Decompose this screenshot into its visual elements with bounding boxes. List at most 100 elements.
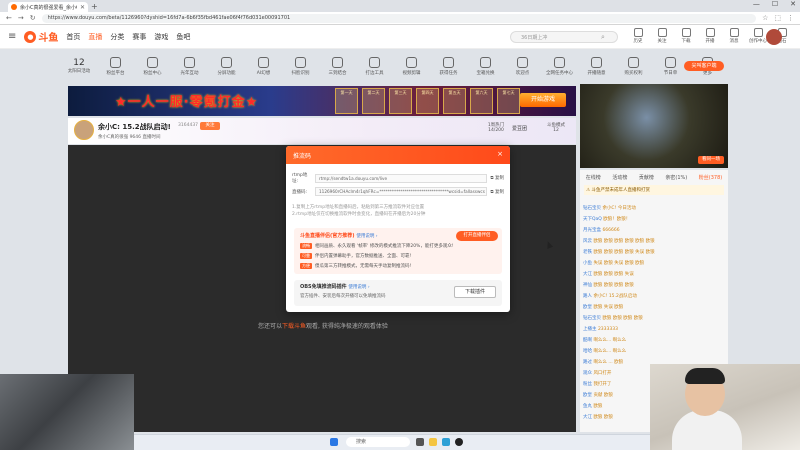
nav-home[interactable]: 首页	[66, 32, 80, 42]
close-window-icon[interactable]: ✕	[790, 0, 796, 8]
chat-username[interactable]: 风云	[583, 239, 592, 244]
browser-tab[interactable]: 余小C真的很强爱看_余小C真的很... ✕	[8, 2, 88, 12]
reload-icon[interactable]: ↻	[30, 14, 36, 22]
chat-username[interactable]: 粉丝	[583, 382, 592, 387]
open-companion-button[interactable]: 打开直播伴侣	[456, 231, 498, 241]
tab-activity[interactable]: 活动榜	[612, 174, 627, 181]
chat-username[interactable]: 欧皇	[583, 305, 592, 310]
douyu-logo[interactable]: ● 斗鱼	[24, 29, 58, 44]
chat-username[interactable]: 天下QaQ	[583, 217, 602, 222]
download-plugin-button[interactable]: 下载插件	[454, 286, 496, 298]
nav-fishbar[interactable]: 鱼吧	[176, 32, 190, 42]
nav-events[interactable]: 赛事	[132, 32, 146, 42]
more-menu-icon[interactable]: ⋮	[787, 14, 794, 22]
tab-intimacy[interactable]: 亲密(1%)	[665, 174, 687, 181]
tool-item[interactable]: 获得任务	[435, 56, 462, 76]
chat-username[interactable]: 大江	[583, 415, 592, 420]
hamburger-menu-icon[interactable]: ≡	[8, 31, 16, 42]
chat-username[interactable]: 鱼丸	[583, 404, 592, 409]
tool-item[interactable]: 粉丝平台	[102, 56, 129, 76]
extensions-icon[interactable]: ⬚	[774, 14, 781, 22]
tool-tutorial-link[interactable]: 使用说明 ›	[356, 234, 377, 239]
start-game-button[interactable]: 开始游戏	[520, 93, 566, 107]
tool-item[interactable]: 视频剪辑	[398, 56, 425, 76]
chat-username[interactable]: 哈哈	[583, 349, 592, 354]
tab-online[interactable]: 在线榜	[586, 174, 601, 181]
stream-key-field[interactable]: 1126960rCHAcIm4r1qhFRc=*****************…	[315, 187, 488, 196]
tool-item[interactable]: 分屏功能	[213, 56, 240, 76]
level-badge[interactable]: 12 太阳日活动	[66, 58, 92, 74]
start-live-button[interactable]: 开播	[702, 28, 718, 44]
douyu-mode-button[interactable]: 斗鱼模式 12	[544, 122, 568, 133]
close-tab-icon[interactable]: ✕	[80, 4, 85, 11]
tool-item[interactable]: 光年互动	[176, 56, 203, 76]
tool-item[interactable]: 粉丝中心	[139, 56, 166, 76]
tab-fans[interactable]: 粉丝(378)	[699, 174, 722, 181]
tool-item[interactable]: 宝箱兑换	[472, 56, 499, 76]
weekly-rank[interactable]: 1周热门 14/200	[485, 122, 507, 133]
obs-tutorial-link[interactable]: 使用说明 ›	[348, 285, 369, 290]
app-icon[interactable]	[455, 438, 463, 446]
tool-item[interactable]: 打边工具	[361, 56, 388, 76]
tool-item[interactable]: 扫脸识别	[287, 56, 314, 76]
creator-center-button[interactable]: 创作中心	[749, 28, 767, 44]
new-tab-button[interactable]: +	[91, 2, 98, 11]
chat-text: 啊么么... 啊么么	[593, 349, 627, 354]
heart-icon	[657, 28, 667, 37]
nav-live[interactable]: 直播	[88, 32, 102, 42]
download-button[interactable]: 下载	[678, 28, 694, 44]
window-controls: — ☐ ✕	[753, 0, 796, 8]
chat-username[interactable]: 月光宝盒	[583, 228, 601, 233]
tool-item[interactable]: 购买权利	[620, 56, 647, 76]
back-icon[interactable]: ←	[6, 14, 12, 22]
chat-username[interactable]: 神仙	[583, 283, 592, 288]
follow-button[interactable]: 关注	[654, 28, 670, 44]
chat-username[interactable]: 钻石宝贝	[583, 206, 601, 211]
nav-games[interactable]: 游戏	[154, 32, 168, 42]
streamer-avatar[interactable]	[74, 120, 94, 140]
user-avatar[interactable]	[766, 29, 782, 45]
fan-club-button[interactable]: 爱豆团	[512, 125, 527, 132]
watch-same-button[interactable]: 看同一场	[698, 156, 724, 164]
client-download-button[interactable]: 尖叫客户端	[684, 61, 724, 71]
chat-username[interactable]: 路人	[583, 294, 592, 299]
file-explorer-icon[interactable]	[429, 438, 437, 446]
nav-category[interactable]: 分类	[110, 32, 124, 42]
prize-card: 第五天	[443, 88, 466, 114]
tool-item[interactable]: 全网任务中心	[546, 56, 573, 76]
minimize-icon[interactable]: —	[753, 0, 760, 8]
copy-key-button[interactable]: ⧉ 复制	[490, 189, 504, 195]
task-view-icon[interactable]	[416, 438, 424, 446]
chat-username[interactable]: 路过	[583, 360, 592, 365]
close-icon[interactable]: ×	[497, 150, 503, 158]
maximize-icon[interactable]: ☐	[772, 0, 778, 8]
copy-rtmp-button[interactable]: ⧉ 复制	[490, 175, 504, 181]
chat-username[interactable]: 观众	[583, 371, 592, 376]
taskbar-search[interactable]: 搜索	[346, 437, 410, 447]
edge-browser-icon[interactable]	[442, 438, 450, 446]
follow-streamer-button[interactable]: 关注	[200, 122, 220, 130]
forward-icon[interactable]: →	[18, 14, 24, 22]
tool-item[interactable]: 开播随意	[583, 56, 610, 76]
chat-username[interactable]: 小鱼	[583, 261, 592, 266]
url-field[interactable]: https://www.douyu.com/beta/1126960?dyshi…	[41, 13, 757, 23]
chat-username[interactable]: 酷啊	[583, 338, 592, 343]
tool-item[interactable]: 欢迎点	[509, 56, 536, 76]
messages-button[interactable]: 消息	[726, 28, 742, 44]
search-icon[interactable]: ⌕	[601, 33, 605, 42]
rtmp-url-field[interactable]: rtmp://sendtw1a.douyu.com/live	[315, 173, 488, 183]
chat-username[interactable]: 欧皇	[583, 393, 592, 398]
chat-username[interactable]: 大江	[583, 272, 592, 277]
chat-username[interactable]: 上播主	[583, 327, 597, 332]
download-link[interactable]: 下载斗鱼	[282, 323, 306, 330]
star-icon[interactable]: ☆	[762, 14, 768, 22]
chat-username[interactable]: 老铁	[583, 250, 592, 255]
chat-username[interactable]: 钻石宝贝	[583, 316, 601, 321]
tab-contribution[interactable]: 贡献榜	[639, 174, 654, 181]
history-button[interactable]: 历史	[630, 28, 646, 44]
tool-item[interactable]: AI幻想	[250, 56, 277, 76]
windows-start-icon[interactable]	[330, 438, 338, 446]
tool-item[interactable]: 节日单	[657, 56, 684, 76]
tool-strip: 12 太阳日活动 粉丝平台 粉丝中心 光年互动 分屏功能 AI幻想 扫脸识别 三…	[66, 52, 736, 80]
tool-item[interactable]: 三到结合	[324, 56, 351, 76]
